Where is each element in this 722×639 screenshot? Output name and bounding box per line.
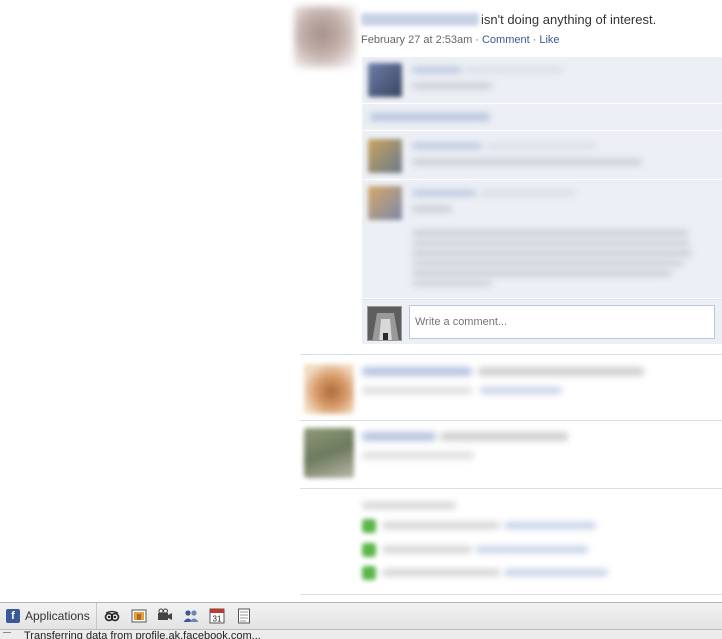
applications-button[interactable]: f Applications	[0, 603, 97, 629]
story-meta: February 27 at 2:53am · Comment · Like	[361, 34, 560, 46]
comment-text	[412, 270, 672, 276]
story-divider	[300, 354, 722, 355]
commenter-name[interactable]	[412, 190, 476, 196]
like-link[interactable]: Like	[539, 34, 559, 46]
status-line: isn't doing anything of interest.	[361, 12, 656, 27]
status-text: isn't doing anything of interest.	[481, 12, 657, 27]
comment-text	[412, 260, 684, 266]
news-feed: isn't doing anything of interest. Februa…	[294, 0, 722, 600]
comment-text	[412, 240, 690, 246]
comment-text	[412, 250, 692, 256]
activity-link[interactable]	[476, 546, 588, 553]
poster-name-link[interactable]	[361, 13, 479, 26]
calendar-icon[interactable]: 31	[209, 608, 225, 624]
comments-box	[362, 57, 722, 344]
recent-activity-story	[300, 494, 722, 594]
check-icon	[362, 566, 376, 580]
comment-text	[412, 280, 492, 286]
friends-icon[interactable]	[183, 608, 199, 624]
separator: ·	[475, 34, 479, 46]
poster-name-link[interactable]	[362, 432, 436, 441]
activity-text	[382, 546, 472, 553]
story-text	[440, 432, 568, 441]
applications-bar: f Applications 31	[0, 602, 722, 630]
comment-time	[466, 67, 562, 73]
story-action-link[interactable]	[480, 387, 562, 394]
story-text	[478, 367, 644, 376]
comment-time	[480, 190, 576, 196]
recent-activity-header	[362, 502, 456, 509]
view-all-comments-link[interactable]	[370, 113, 490, 121]
tripadvisor-icon[interactable]	[104, 608, 120, 624]
check-icon	[362, 543, 376, 557]
feed-story	[300, 422, 722, 486]
poster-avatar[interactable]	[294, 6, 356, 68]
commenter-name[interactable]	[412, 67, 462, 73]
comment-text	[412, 206, 452, 212]
poster-avatar[interactable]	[304, 364, 354, 414]
comment-link[interactable]: Comment	[482, 34, 530, 46]
check-icon	[362, 519, 376, 533]
comment-time	[486, 143, 596, 149]
comment-text	[412, 230, 688, 236]
video-icon[interactable]	[157, 608, 173, 624]
applications-label: Applications	[25, 609, 90, 623]
current-user-avatar-image	[368, 307, 401, 340]
comment-item	[362, 57, 722, 104]
separator: ·	[532, 34, 537, 46]
commenter-name[interactable]	[412, 143, 482, 149]
poster-avatar[interactable]	[304, 428, 354, 478]
activity-link[interactable]	[504, 522, 596, 529]
poster-name-link[interactable]	[362, 367, 472, 376]
activity-text	[382, 569, 500, 576]
comment-item	[362, 180, 722, 299]
commenter-avatar[interactable]	[368, 186, 402, 220]
commenter-avatar[interactable]	[368, 139, 402, 173]
status-story: isn't doing anything of interest. Februa…	[294, 0, 722, 352]
story-divider	[300, 420, 722, 421]
facebook-icon: f	[6, 609, 20, 623]
comment-text	[412, 83, 492, 89]
comment-item	[362, 131, 722, 180]
comment-text	[412, 159, 642, 165]
activity-link[interactable]	[504, 569, 608, 576]
story-meta	[362, 387, 472, 394]
notes-icon[interactable]	[236, 608, 252, 624]
calendar-day: 31	[213, 615, 222, 624]
story-meta	[362, 452, 474, 459]
current-user-avatar	[367, 306, 402, 341]
timestamp[interactable]: February 27 at 2:53am	[361, 34, 472, 46]
activity-text	[382, 522, 500, 529]
view-all-comments-row	[362, 104, 722, 131]
feed-story	[300, 356, 722, 416]
write-comment-row	[362, 299, 722, 344]
photos-icon[interactable]	[131, 608, 147, 624]
commenter-avatar[interactable]	[368, 63, 402, 97]
story-divider	[300, 488, 722, 489]
write-comment-input[interactable]	[409, 305, 715, 339]
story-divider	[300, 594, 722, 595]
